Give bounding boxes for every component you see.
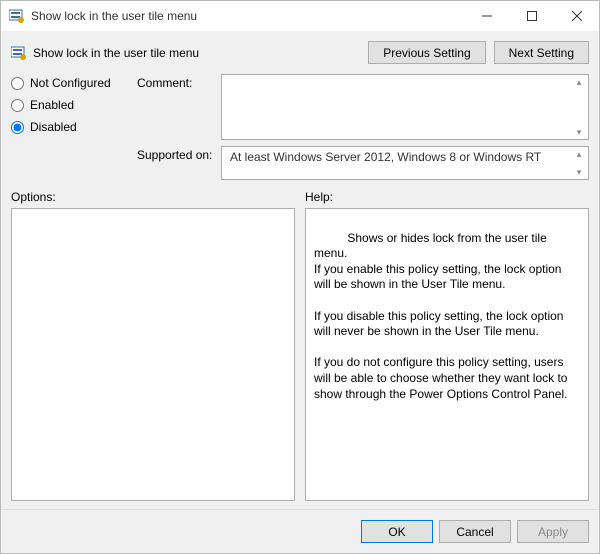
- chevron-up-icon[interactable]: ▴: [571, 148, 587, 160]
- minimize-button[interactable]: [464, 1, 509, 31]
- policy-icon: [9, 8, 25, 24]
- options-panel[interactable]: [11, 208, 295, 501]
- help-text: Shows or hides lock from the user tile m…: [314, 231, 571, 401]
- supported-on-value: At least Windows Server 2012, Windows 8 …: [230, 150, 541, 164]
- comment-scroll[interactable]: ▴ ▾: [571, 76, 587, 138]
- supported-scroll[interactable]: ▴ ▾: [571, 148, 587, 178]
- radio-disabled[interactable]: Disabled: [11, 120, 131, 134]
- radio-enabled-input[interactable]: [11, 99, 24, 112]
- chevron-down-icon[interactable]: ▾: [571, 166, 587, 178]
- header-row: Show lock in the user tile menu Previous…: [11, 41, 589, 64]
- apply-button[interactable]: Apply: [517, 520, 589, 543]
- radio-not-configured-label: Not Configured: [30, 76, 111, 90]
- options-label: Options:: [11, 190, 295, 204]
- radio-not-configured[interactable]: Not Configured: [11, 76, 131, 90]
- radio-disabled-label: Disabled: [30, 120, 77, 134]
- help-panel[interactable]: Shows or hides lock from the user tile m…: [305, 208, 589, 501]
- radio-disabled-input[interactable]: [11, 121, 24, 134]
- radio-enabled-label: Enabled: [30, 98, 74, 112]
- content-area: Show lock in the user tile menu Previous…: [1, 31, 599, 509]
- lower-panels: Options: Help: Shows or hides lock from …: [11, 190, 589, 501]
- supported-on-field: At least Windows Server 2012, Windows 8 …: [221, 146, 589, 180]
- policy-icon: [11, 45, 27, 61]
- chevron-up-icon[interactable]: ▴: [571, 76, 587, 88]
- ok-button[interactable]: OK: [361, 520, 433, 543]
- spacer: [11, 501, 589, 509]
- comment-label: Comment:: [137, 74, 215, 140]
- policy-heading: Show lock in the user tile menu: [11, 45, 360, 61]
- policy-name: Show lock in the user tile menu: [33, 46, 199, 60]
- footer: OK Cancel Apply: [1, 509, 599, 553]
- maximize-button[interactable]: [509, 1, 554, 31]
- radio-enabled[interactable]: Enabled: [11, 98, 131, 112]
- close-button[interactable]: [554, 1, 599, 31]
- settings-grid: Not Configured Enabled Disabled Comment:…: [11, 74, 589, 180]
- titlebar: Show lock in the user tile menu: [1, 1, 599, 31]
- window-title: Show lock in the user tile menu: [31, 9, 464, 23]
- chevron-down-icon[interactable]: ▾: [571, 126, 587, 138]
- previous-setting-button[interactable]: Previous Setting: [368, 41, 485, 64]
- help-label: Help:: [305, 190, 589, 204]
- state-radio-group: Not Configured Enabled Disabled: [11, 74, 131, 180]
- options-column: Options:: [11, 190, 295, 501]
- help-column: Help: Shows or hides lock from the user …: [305, 190, 589, 501]
- policy-editor-window: Show lock in the user tile menu: [0, 0, 600, 554]
- radio-not-configured-input[interactable]: [11, 77, 24, 90]
- cancel-button[interactable]: Cancel: [439, 520, 511, 543]
- supported-on-label: Supported on:: [137, 146, 215, 180]
- comment-field[interactable]: ▴ ▾: [221, 74, 589, 140]
- next-setting-button[interactable]: Next Setting: [494, 41, 589, 64]
